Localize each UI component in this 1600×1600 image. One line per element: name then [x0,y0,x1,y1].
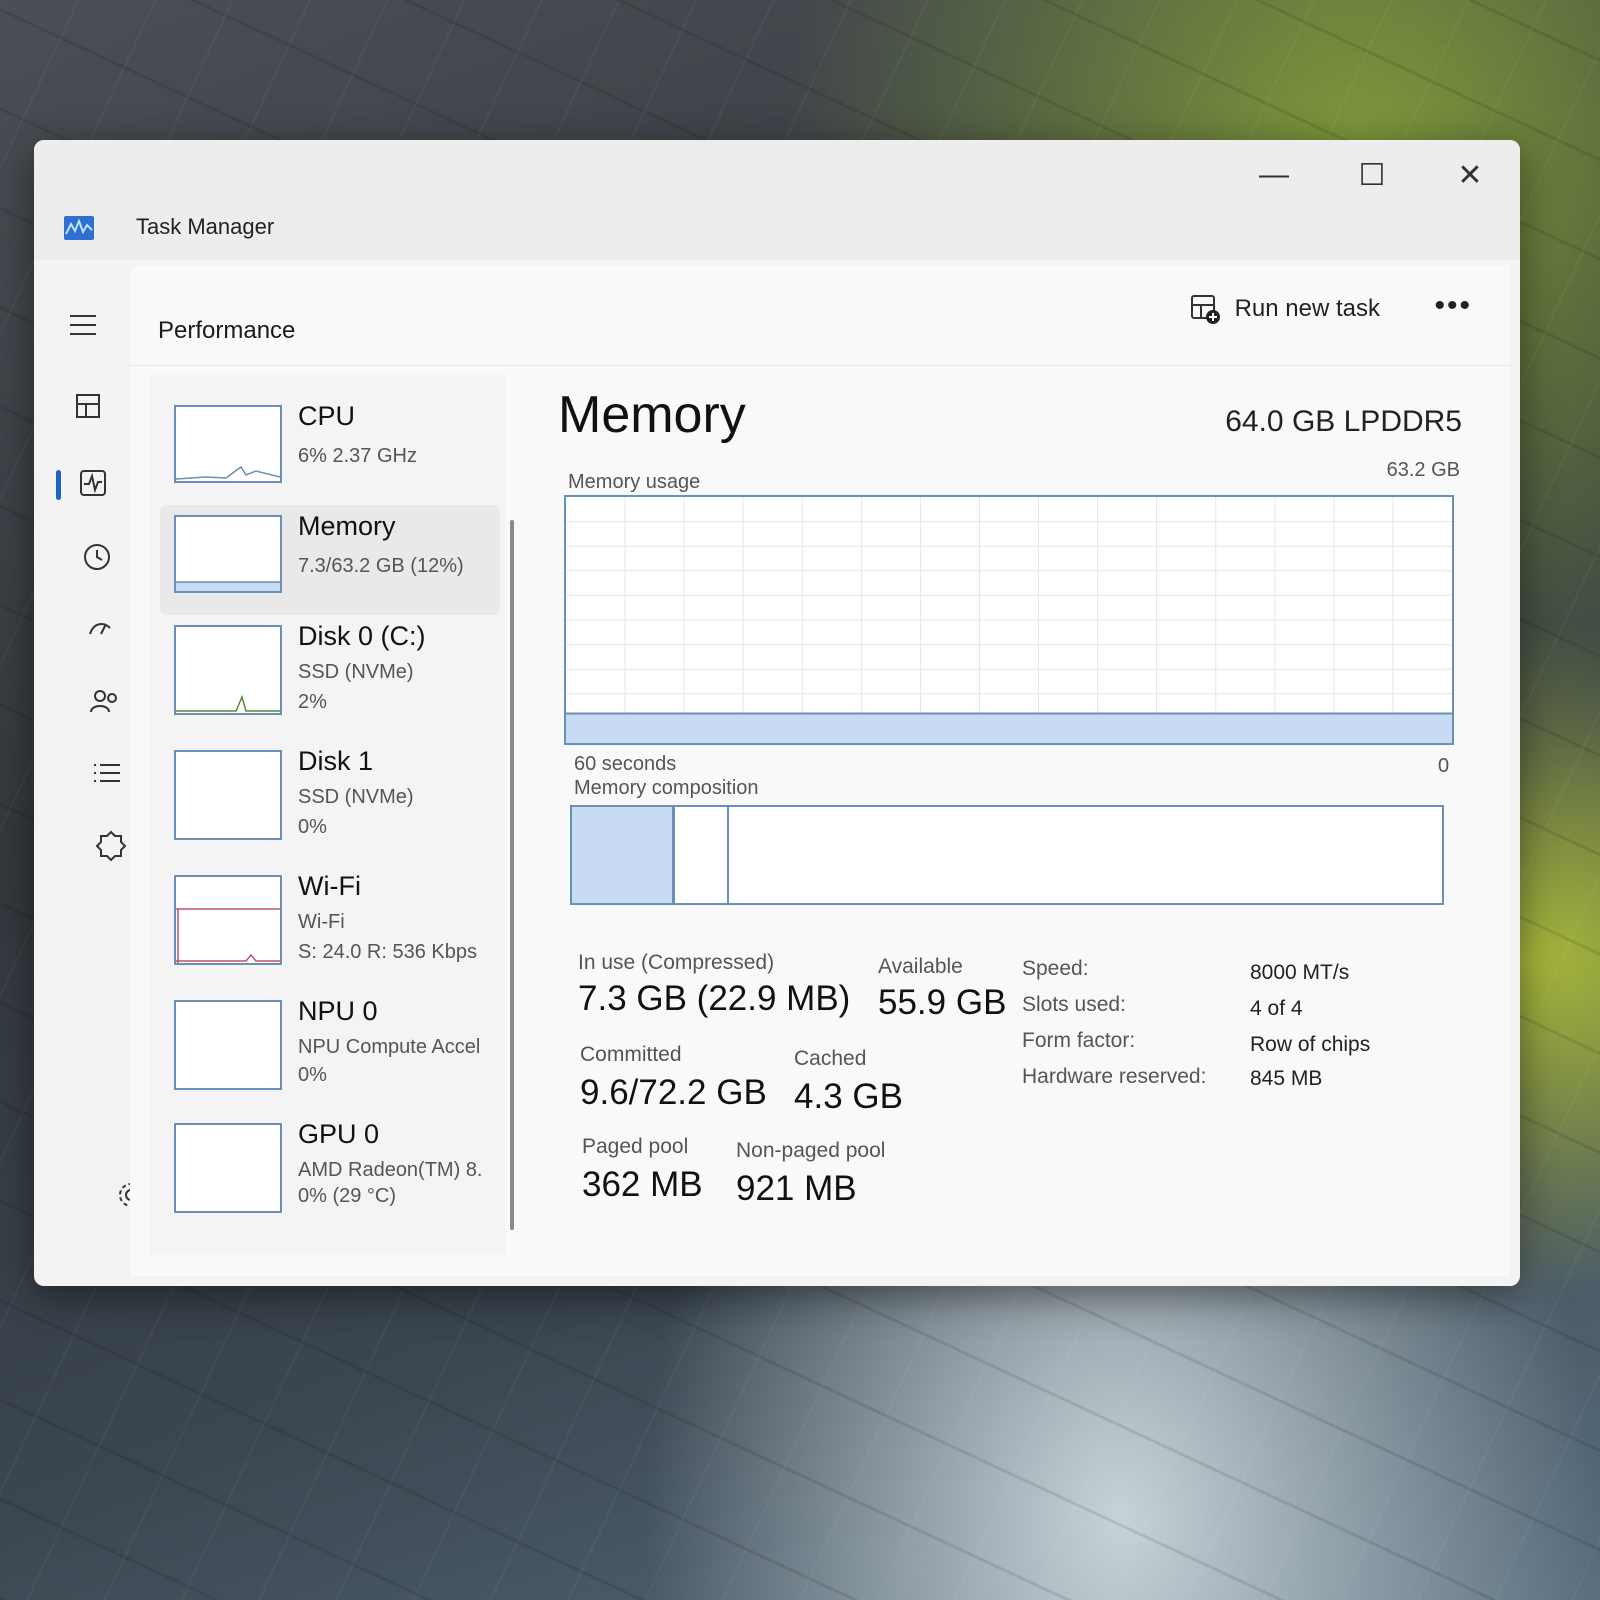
memory-usage-chart [566,497,1452,743]
run-new-task-button[interactable]: Run new task [1181,285,1388,333]
form-factor-label: Form factor: [1022,1029,1136,1052]
perf-item-wifi[interactable]: Wi-Fi Wi-Fi S: 24.0 R: 536 Kbps [160,865,500,975]
disk0-type: SSD (NVMe) [298,661,414,683]
minimize-button[interactable]: — [1244,150,1304,200]
memory-usage-graph [564,495,1454,745]
disk1-type: SSD (NVMe) [298,786,414,808]
slots-used-label: Slots used: [1022,993,1126,1016]
speed-value: 8000 MT/s [1250,961,1350,984]
wifi-thumbnail-graph [174,875,282,965]
memory-spec: 64.0 GB LPDDR5 [1225,405,1462,438]
memory-subtitle: 7.3/63.2 GB (12%) [298,555,464,577]
perf-item-disk1[interactable]: Disk 1 SSD (NVMe) 0% [160,740,500,850]
gpu0-model: AMD Radeon(TM) 8. [298,1159,483,1181]
toolbar-divider [130,365,1510,366]
speed-label: Speed: [1022,957,1089,980]
cached-label: Cached [794,1047,867,1070]
committed-label: Committed [580,1043,682,1066]
app-history-icon[interactable] [80,540,114,574]
hardware-reserved-value: 845 MB [1250,1067,1323,1090]
minimize-icon: — [1259,158,1289,191]
performance-list: CPU 6% 2.37 GHz Memory 7.3/63.2 GB (12%)… [150,375,514,1255]
in-use-value: 7.3 GB (22.9 MB) [578,979,851,1018]
available-label: Available [878,955,963,978]
page-title: Performance [158,317,296,344]
wifi-title: Wi-Fi [298,871,361,901]
memory-title: Memory [298,511,396,541]
cached-value: 4.3 GB [794,1077,903,1116]
available-value: 55.9 GB [878,983,1007,1022]
npu0-usage: 0% [298,1064,327,1086]
cpu-thumbnail-graph [174,405,282,483]
graph-time-right: 0 [1438,755,1450,777]
in-use-label: In use (Compressed) [578,951,775,974]
cpu-title: CPU [298,401,356,431]
memory-composition-bar [570,805,1444,905]
graph-time-left: 60 seconds [574,753,677,775]
services-icon[interactable] [94,828,128,862]
perf-item-memory[interactable]: Memory 7.3/63.2 GB (12%) [160,505,500,615]
perf-item-disk0[interactable]: Disk 0 (C:) SSD (NVMe) 2% [160,615,500,725]
memory-thumbnail-graph [174,515,282,593]
hamburger-menu-icon[interactable] [68,312,98,338]
content-area: Performance Run new task ••• CPU 6% 2.37… [130,265,1510,1276]
memory-usage-label: Memory usage [568,471,701,493]
committed-value: 9.6/72.2 GB [580,1073,767,1112]
wifi-adapter: Wi-Fi [298,911,345,933]
slots-used-value: 4 of 4 [1250,997,1303,1020]
close-icon: ✕ [1457,158,1483,192]
disk1-thumbnail-graph [174,750,282,840]
hardware-reserved-label: Hardware reserved: [1022,1065,1207,1088]
memory-composition-label: Memory composition [574,777,759,799]
startup-icon[interactable] [84,612,118,646]
nonpaged-pool-value: 921 MB [736,1169,857,1208]
perf-item-gpu0[interactable]: GPU 0 AMD Radeon(TM) 8. 0% (29 °C) [160,1113,500,1223]
nav-active-indicator [56,470,61,500]
app-title: Task Manager [136,214,275,239]
disk1-usage: 0% [298,816,327,838]
list-scrollbar[interactable] [510,520,514,1230]
disk1-title: Disk 1 [298,746,374,776]
memory-usage-fill [566,713,1452,743]
nonpaged-pool-label: Non-paged pool [736,1139,886,1162]
gpu0-thumbnail-graph [174,1123,282,1213]
maximize-icon: ☐ [1358,158,1386,192]
gpu0-title: GPU 0 [298,1119,380,1149]
npu0-type: NPU Compute Accel [298,1036,481,1058]
task-manager-window: Task Manager — ☐ ✕ Performance Run new t… [34,140,1520,1286]
processes-icon[interactable] [72,390,106,424]
npu0-title: NPU 0 [298,996,378,1026]
perf-item-npu0[interactable]: NPU 0 NPU Compute Accel 0% [160,990,500,1100]
task-manager-app-icon [64,216,94,240]
gpu0-usage: 0% (29 °C) [298,1185,397,1207]
maximize-button[interactable]: ☐ [1342,150,1402,200]
perf-item-cpu[interactable]: CPU 6% 2.37 GHz [160,395,500,505]
users-icon[interactable] [88,684,122,718]
paged-pool-value: 362 MB [582,1165,703,1204]
run-new-task-label: Run new task [1234,295,1380,322]
title-bar: Task Manager — ☐ ✕ [34,140,1520,260]
npu0-thumbnail-graph [174,1000,282,1090]
details-icon[interactable] [90,756,124,790]
disk0-thumbnail-graph [174,625,282,715]
performance-icon[interactable] [76,466,110,500]
form-factor-value: Row of chips [1250,1033,1371,1056]
paged-pool-label: Paged pool [582,1135,689,1158]
memory-detail-panel: Memory 64.0 GB LPDDR5 Memory usage 63.2 … [550,375,1490,1256]
cpu-subtitle: 6% 2.37 GHz [298,445,417,467]
memory-heading: Memory [558,386,746,444]
disk0-title: Disk 0 (C:) [298,621,426,651]
disk0-usage: 2% [298,691,327,713]
close-button[interactable]: ✕ [1440,150,1500,200]
memory-usage-max: 63.2 GB [1386,459,1460,481]
run-new-task-icon [1190,295,1220,324]
composition-modified-segment [572,807,729,903]
more-options-button[interactable]: ••• [1426,285,1480,327]
wifi-throughput: S: 24.0 R: 536 Kbps [298,941,478,963]
